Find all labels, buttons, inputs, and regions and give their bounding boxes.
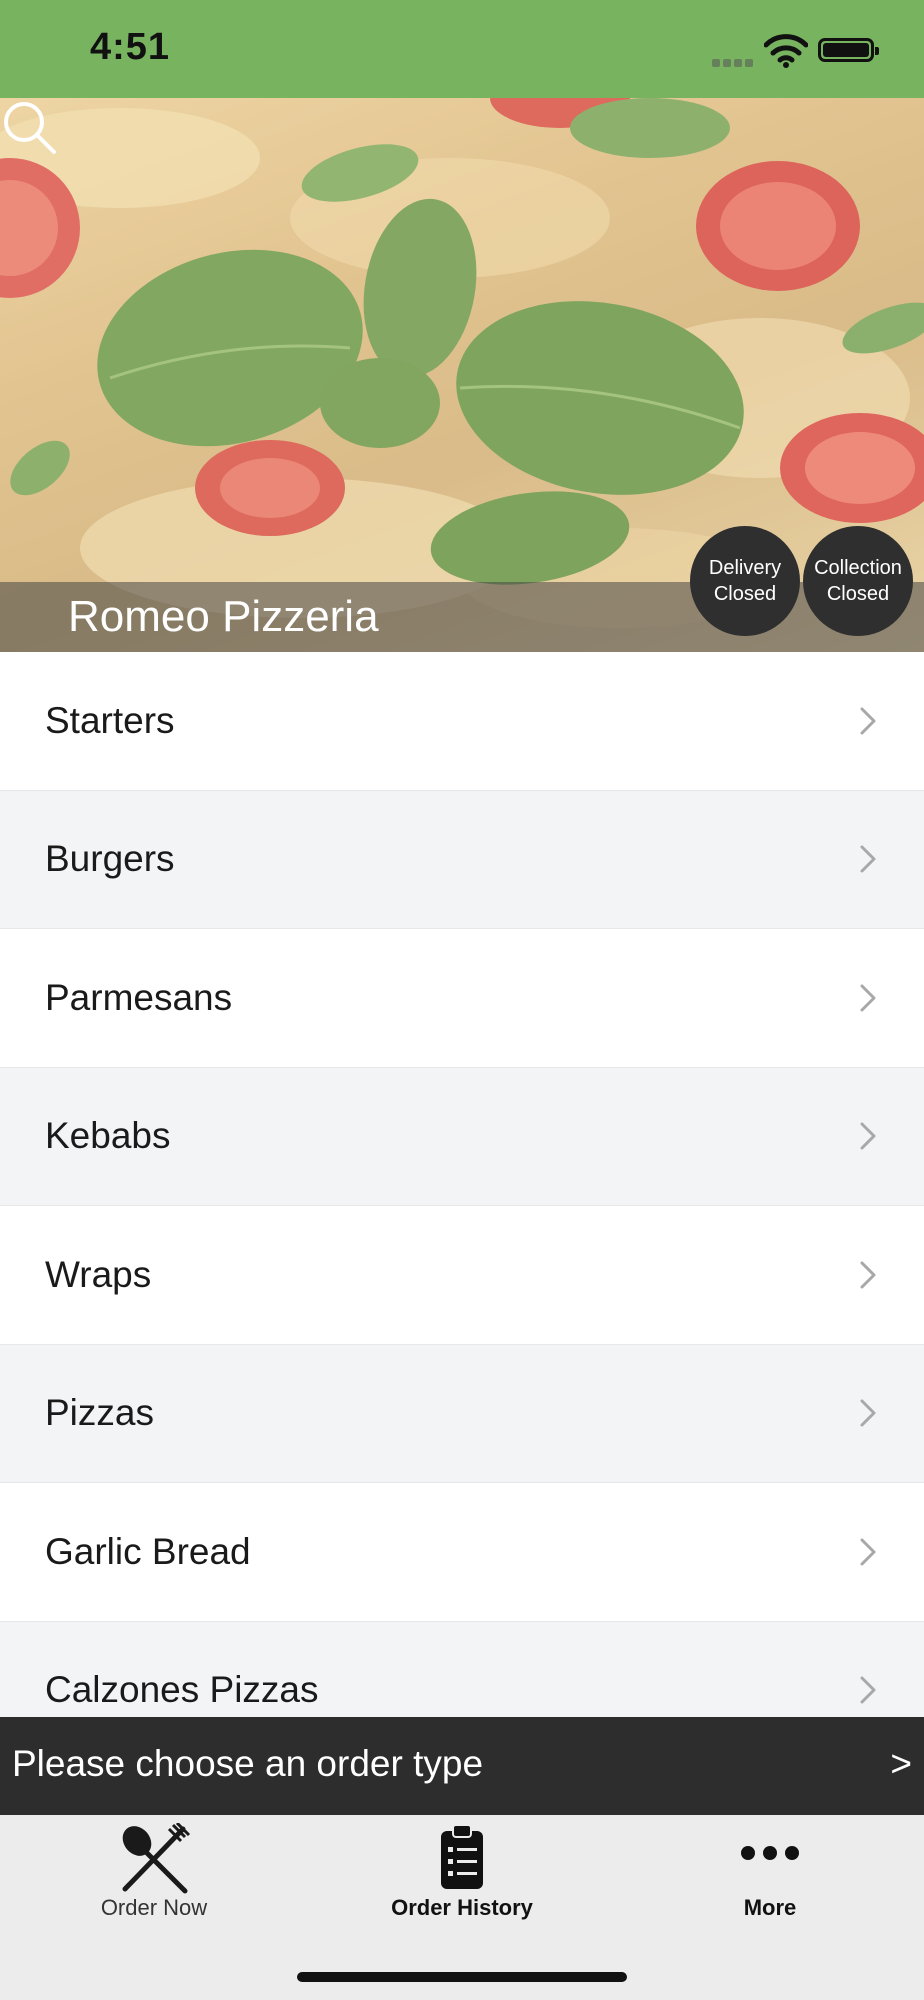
wifi-icon: [764, 34, 808, 68]
chevron-right-icon: [860, 1399, 876, 1427]
delivery-status-badge[interactable]: Delivery Closed: [690, 526, 800, 636]
chevron-right-icon: [860, 984, 876, 1012]
chevron-right-icon: [860, 707, 876, 735]
category-item-garlic-bread[interactable]: Garlic Bread: [0, 1483, 924, 1622]
order-type-arrow: >: [890, 1743, 912, 1784]
hero-banner: Romeo Pizzeria Delivery Closed Collectio…: [0, 98, 924, 652]
category-label: Parmesans: [45, 976, 233, 1018]
collection-status-badge[interactable]: Collection Closed: [803, 526, 913, 636]
tab-order-now[interactable]: Order Now: [0, 1815, 308, 1925]
delivery-badge-status: Closed: [713, 583, 777, 605]
category-label: Burgers: [45, 838, 175, 880]
category-label: Pizzas: [45, 1392, 154, 1434]
category-label: Wraps: [45, 1253, 152, 1295]
category-label: Kebabs: [45, 1115, 171, 1157]
tab-more[interactable]: More: [616, 1815, 924, 1925]
category-item-parmesans[interactable]: Parmesans: [0, 929, 924, 1068]
collection-badge-label: Collection: [814, 557, 902, 579]
category-list: Starters Burgers Parmesans Kebabs Wraps …: [0, 652, 924, 1760]
order-type-prompt: Please choose an order type: [12, 1743, 484, 1784]
chevron-right-icon: [860, 1676, 876, 1704]
tab-label: Order Now: [100, 1895, 208, 1920]
category-label: Calzones Pizzas: [45, 1669, 319, 1711]
cellular-signal-icon: [712, 54, 756, 72]
home-indicator[interactable]: [297, 1972, 627, 1982]
status-time: 4:51: [90, 26, 171, 68]
order-type-banner[interactable]: Please choose an order type >: [0, 1717, 924, 1815]
chevron-right-icon: [860, 1538, 876, 1566]
tab-label: More: [743, 1895, 797, 1920]
category-item-kebabs[interactable]: Kebabs: [0, 1067, 924, 1206]
tab-label: Order History: [391, 1895, 533, 1920]
category-label: Garlic Bread: [45, 1530, 251, 1572]
search-icon[interactable]: [0, 98, 58, 156]
restaurant-name: Romeo Pizzeria: [68, 592, 379, 641]
spoon-fork-icon: [122, 1823, 191, 1894]
category-item-burgers[interactable]: Burgers: [0, 790, 924, 929]
chevron-right-icon: [860, 1122, 876, 1150]
category-label: Starters: [45, 699, 175, 741]
more-dots-icon: [741, 1846, 799, 1860]
delivery-badge-label: Delivery: [708, 557, 782, 579]
status-bar: 4:51: [0, 0, 924, 98]
chevron-right-icon: [860, 845, 876, 873]
category-item-pizzas[interactable]: Pizzas: [0, 1344, 924, 1483]
battery-icon: [818, 38, 879, 62]
tab-order-history[interactable]: Order History: [308, 1815, 616, 1925]
category-item-wraps[interactable]: Wraps: [0, 1206, 924, 1345]
category-item-starters[interactable]: Starters: [0, 652, 924, 791]
clipboard-list-icon: [441, 1824, 483, 1889]
chevron-right-icon: [860, 1261, 876, 1289]
collection-badge-status: Closed: [826, 583, 890, 605]
